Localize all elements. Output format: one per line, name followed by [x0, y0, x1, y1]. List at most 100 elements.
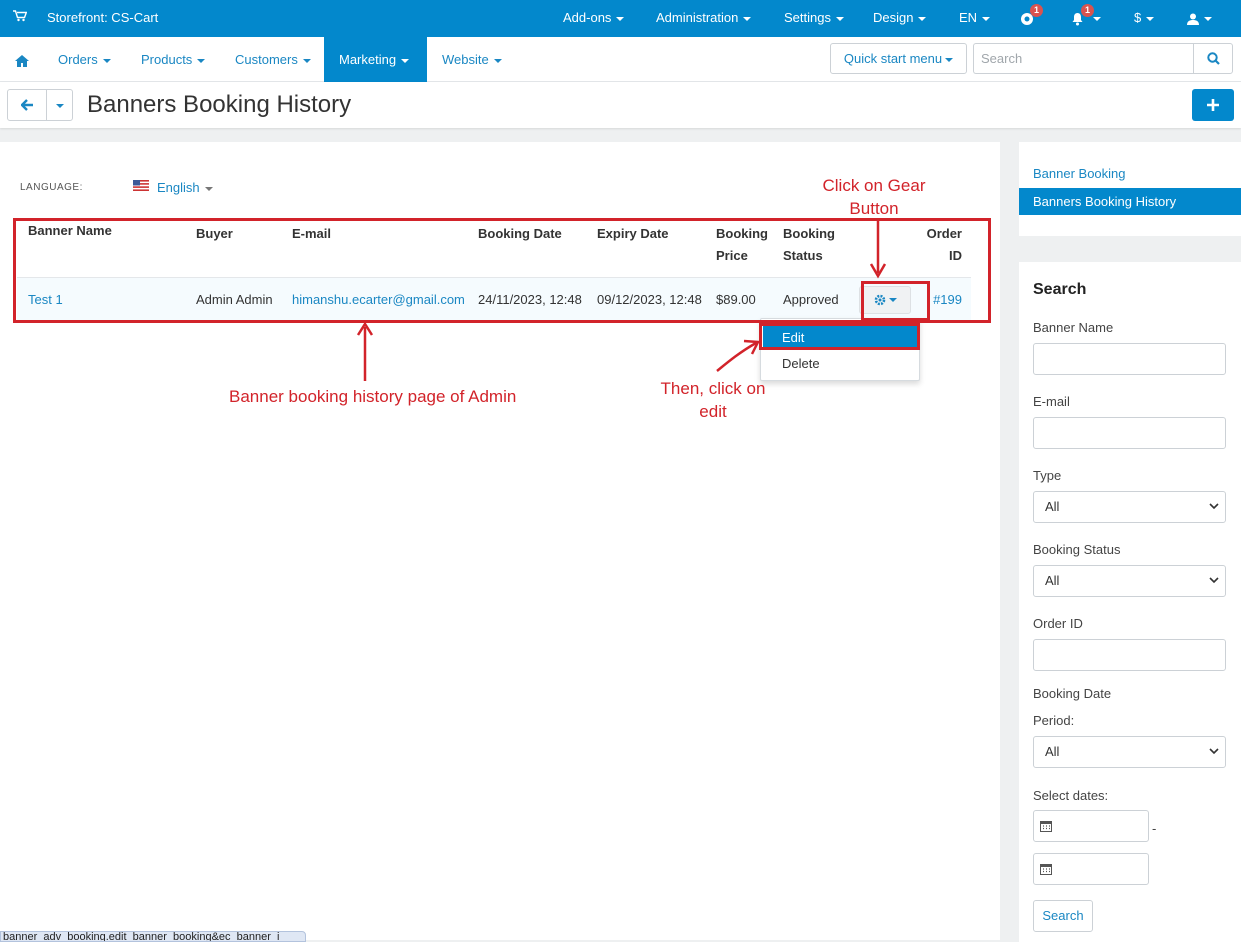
period-label: Period: — [1033, 713, 1075, 728]
search-button[interactable] — [1193, 43, 1233, 74]
annotation-gear-line1: Click on Gear — [822, 176, 926, 195]
chevron-down-icon — [616, 16, 625, 21]
search-input[interactable] — [973, 43, 1194, 74]
col-expiry-date[interactable]: Expiry Date — [597, 220, 716, 278]
menu-administration-label: Administration — [656, 10, 739, 25]
notifications-menu[interactable]: 1 — [1071, 0, 1107, 37]
menu-design[interactable]: Design — [873, 0, 927, 37]
menu-currency[interactable]: $ — [1134, 0, 1155, 37]
date-to-input[interactable] — [1033, 853, 1149, 885]
col-label: Order — [926, 226, 962, 241]
status-cell: Approved — [783, 277, 856, 322]
menu-addons[interactable]: Add-ons — [563, 0, 625, 37]
help-menu[interactable]: 1 — [1020, 0, 1046, 37]
main-content: LANGUAGE: English Banner Name Buyer E-ma… — [0, 142, 1000, 940]
col-booking-price[interactable]: Booking Price — [716, 220, 783, 278]
col-booking-status[interactable]: Booking Status — [783, 220, 856, 278]
home-icon[interactable] — [0, 37, 44, 82]
order-id-link[interactable]: #199 — [933, 292, 962, 307]
menu-language-label: EN — [959, 10, 978, 25]
language-value: English — [157, 180, 200, 195]
nav-orders[interactable]: Orders — [43, 37, 126, 82]
type-select-value: All — [1045, 499, 1060, 514]
calendar-icon — [1040, 864, 1052, 875]
booking-status-label: Booking Status — [1033, 542, 1121, 557]
email-link[interactable]: himanshu.ecarter@gmail.com — [292, 292, 465, 307]
sidebar-item-banners-booking-history[interactable]: Banners Booking History — [1019, 188, 1241, 215]
search-panel: Search Banner Name E-mail Type All Booki… — [1019, 262, 1241, 942]
chevron-down-icon — [1092, 16, 1101, 21]
storefront-label[interactable]: Storefront: CS-Cart — [47, 0, 158, 37]
buyer-cell: Admin Admin — [196, 277, 292, 322]
language-selector[interactable]: English — [157, 180, 213, 195]
nav-customers-label: Customers — [235, 52, 298, 67]
menu-administration[interactable]: Administration — [656, 0, 752, 37]
chevron-down-icon — [918, 16, 927, 21]
annotation-edit-text: Then, click on edit — [653, 377, 773, 423]
booking-date-cell: 24/11/2023, 12:48 — [478, 277, 597, 322]
col-booking-date[interactable]: Booking Date — [478, 220, 597, 278]
nav-customers[interactable]: Customers — [220, 37, 326, 82]
banner-name-link[interactable]: Test 1 — [28, 292, 63, 307]
col-label: Status — [783, 248, 823, 263]
nav-website[interactable]: Website — [427, 37, 517, 82]
col-label: ID — [949, 248, 962, 263]
arrow-left-icon — [21, 99, 33, 111]
history-dropdown-button[interactable] — [46, 89, 73, 121]
chevron-down-icon — [1209, 577, 1219, 584]
browser-status-url: banner_adv_booking.edit_banner_booking&e… — [0, 931, 306, 942]
top-bar: Storefront: CS-Cart Add-ons Administrati… — [0, 0, 1241, 37]
gear-button[interactable] — [859, 285, 911, 314]
quick-start-button[interactable]: Quick start menu — [830, 43, 967, 74]
sidebar-nav: Banner Booking Banners Booking History — [1019, 142, 1241, 236]
order-id-input[interactable] — [1033, 639, 1226, 671]
sidebar-item-banner-booking[interactable]: Banner Booking — [1019, 160, 1241, 187]
chevron-down-icon — [1204, 16, 1212, 21]
col-email[interactable]: E-mail — [292, 220, 478, 278]
email-input[interactable] — [1033, 417, 1226, 449]
calendar-icon — [1040, 821, 1052, 832]
back-button[interactable] — [7, 89, 47, 121]
menu-currency-label: $ — [1134, 10, 1142, 25]
annotation-edit-line2: edit — [699, 402, 727, 421]
banner-name-input[interactable] — [1033, 343, 1226, 375]
menu-settings[interactable]: Settings — [784, 0, 844, 37]
plus-icon — [1207, 99, 1219, 111]
period-select[interactable]: All — [1033, 736, 1226, 768]
annotation-edit-line1: Then, click on — [660, 379, 766, 398]
date-range-dash: - — [1152, 821, 1157, 836]
banner-name-label: Banner Name — [1033, 320, 1114, 335]
page-title: Banners Booking History — [87, 91, 352, 118]
col-buyer[interactable]: Buyer — [196, 220, 292, 278]
actions-dropdown: Edit Delete — [760, 318, 920, 381]
search-submit-button[interactable]: Search — [1033, 900, 1093, 932]
col-order-id[interactable]: Order ID — [924, 220, 971, 278]
period-select-value: All — [1045, 744, 1060, 759]
main-nav: Orders Products Customers Marketing Webs… — [0, 37, 1241, 82]
cart-icon[interactable] — [13, 0, 28, 37]
col-label: Price — [716, 248, 748, 263]
user-menu[interactable] — [1187, 0, 1212, 37]
menu-language[interactable]: EN — [959, 0, 991, 37]
edit-menu-item[interactable]: Edit — [763, 326, 917, 349]
type-label: Type — [1033, 468, 1062, 483]
user-icon — [1187, 13, 1199, 25]
booking-date-label: Booking Date — [1033, 686, 1112, 701]
search-panel-title: Search — [1033, 281, 1087, 298]
email-label: E-mail — [1033, 394, 1070, 409]
annotation-gear-line2: Button — [849, 199, 899, 218]
nav-products[interactable]: Products — [126, 37, 220, 82]
booking-status-select[interactable]: All — [1033, 565, 1226, 597]
add-button[interactable] — [1192, 89, 1234, 121]
search-icon — [1207, 52, 1220, 65]
date-from-input[interactable] — [1033, 810, 1149, 842]
col-banner-name[interactable]: Banner Name — [17, 220, 196, 278]
delete-menu-item[interactable]: Delete — [763, 352, 917, 375]
type-select[interactable]: All — [1033, 491, 1226, 523]
title-bar: Banners Booking History — [0, 82, 1241, 128]
chevron-down-icon — [1209, 503, 1219, 510]
annotation-gear-text: Click on Gear Button — [804, 174, 944, 220]
order-id-label: Order ID — [1033, 616, 1083, 631]
menu-addons-label: Add-ons — [563, 10, 612, 25]
nav-marketing[interactable]: Marketing — [324, 37, 427, 82]
